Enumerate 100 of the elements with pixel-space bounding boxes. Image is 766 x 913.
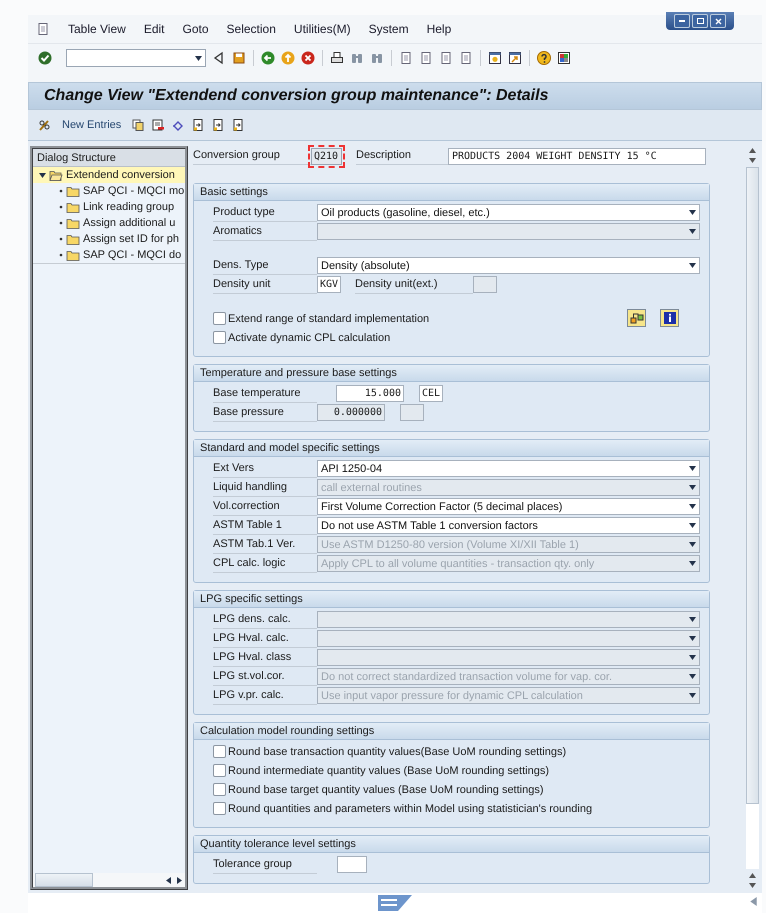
hierarchy-icon [630,311,644,325]
first-page-icon[interactable] [399,51,413,65]
checkbox[interactable] [213,802,226,815]
dropdown-arrow-icon [689,484,696,491]
dropdown-arrow-icon [689,541,696,548]
print-icon[interactable] [330,51,344,65]
scroll-up-icon [749,872,756,879]
checkbox[interactable] [213,764,226,777]
info-icon [662,311,676,325]
command-field[interactable] [66,49,206,67]
dropdown-arrow-icon [689,692,696,699]
dropdown-arrow-icon [689,503,696,510]
copy-icon[interactable] [131,118,146,132]
menu-item[interactable]: Selection [226,22,276,36]
checkbox-label: Round quantities and parameters within Model using statistician's rounding [228,802,592,814]
dropdown-arrow-icon [195,54,202,62]
checkbox[interactable] [213,745,226,758]
next-entry-icon[interactable] [211,118,226,132]
dropdown-field[interactable]: API 1250-04 [317,460,700,477]
menu-item[interactable]: Edit [144,22,165,36]
tree-item[interactable]: Assign set ID for ph [33,231,185,247]
folder-icon [49,168,63,182]
bullet-icon [59,253,63,257]
folder-icon [66,248,80,262]
dropdown-arrow-icon [689,522,696,529]
scroll-left-icon [165,876,172,884]
maximize-button[interactable] [692,14,708,28]
bullet-icon [59,189,63,193]
menu-item[interactable]: Table View [68,22,126,36]
menu-item[interactable]: Utilities(M) [294,22,351,36]
checkbox[interactable] [213,312,226,325]
menu-item[interactable]: System [368,22,409,36]
menu-item[interactable]: Help [426,22,452,36]
dropdown-arrow-icon [689,654,696,661]
checkbox[interactable] [213,783,226,796]
checkbox-label: Round base target quantity values (Base UoM rounding settings) [228,784,544,796]
tree-item[interactable]: Link reading group [33,199,185,215]
screen-title: Change View "Extendend conversion group maintenance": Details [44,87,548,105]
bullet-icon [59,237,63,241]
delete-icon[interactable] [151,118,166,132]
checkbox-label: Extend range of standard implementation [228,312,430,324]
tree-item[interactable]: Extendend conversion [33,167,185,183]
save-icon[interactable] [232,51,246,65]
scroll-up-icon [749,147,756,154]
scroll-down-icon [749,157,756,164]
panel-title: Dialog Structure [33,149,185,167]
maximize-icon [696,18,704,24]
dropdown-arrow-icon [689,616,696,623]
next-page-icon[interactable] [439,51,453,65]
find-next-icon[interactable] [370,51,384,65]
dropdown-field[interactable]: Oil products (gasoline, diesel, etc.) [317,204,700,221]
last-page-icon[interactable] [459,51,473,65]
unit-field[interactable] [400,404,424,421]
back-icon[interactable] [261,51,275,65]
dropdown-arrow-icon [689,560,696,567]
find-icon[interactable] [350,51,364,65]
cancel-icon[interactable] [301,51,315,65]
menu-item[interactable]: Goto [182,22,209,36]
dropdown-field[interactable]: Do not use ASTM Table 1 conversion factors [317,517,700,534]
field-label: Tolerance group [213,856,317,874]
folder-icon [66,216,80,230]
dropdown-field[interactable]: First Volume Correction Factor (5 decimal places) [317,498,700,515]
horizontal-scrollbar[interactable] [33,873,185,887]
input-field[interactable]: PRODUCTS 2004 WEIGHT DENSITY 15 °C [448,148,706,164]
unit-field[interactable]: CEL [419,385,443,402]
dropdown-arrow-icon [689,673,696,680]
previous-page-icon[interactable] [419,51,433,65]
section-title: Temperature and pressure base settings [194,365,709,382]
input-field[interactable]: KGV [317,276,341,293]
new-session-icon[interactable] [488,51,502,65]
input-field[interactable] [337,856,367,873]
new-entries-button[interactable]: New Entries [58,119,126,131]
select-icon[interactable] [231,118,246,132]
dropdown-arrow-icon [689,209,696,216]
bullet-icon [59,205,63,209]
checkbox[interactable] [213,331,226,344]
dropdown-field[interactable]: Density (absolute) [317,257,700,274]
layout-icon[interactable] [557,51,571,65]
hierarchy-button[interactable] [627,309,646,327]
collapse-arrow-icon [749,897,758,906]
input-field[interactable]: 15.000 [336,385,404,402]
close-button[interactable] [710,14,726,28]
tree-item[interactable]: SAP QCI - MQCI do [33,247,185,264]
close-icon [714,18,722,24]
help-icon[interactable] [537,51,551,65]
info-button[interactable] [660,309,679,327]
folder-icon [66,232,80,246]
enter-icon[interactable] [38,51,52,65]
section-title: Quantity tolerance level settings [194,836,709,853]
checkbox-label: Round base transaction quantity values(Base UoM rounding settings) [228,746,566,758]
previous-entry-icon[interactable] [191,118,206,132]
minimize-button[interactable] [674,14,690,28]
section-title: LPG specific settings [194,591,709,608]
tree-item[interactable]: Assign additional u [33,215,185,231]
minimize-icon [679,20,685,22]
bullet-icon [59,221,63,225]
tree-item[interactable]: SAP QCI - MQCI mo [33,183,185,199]
shortcut-icon[interactable] [508,51,522,65]
input-field[interactable] [473,276,497,293]
field-label: Base temperature [213,384,317,402]
